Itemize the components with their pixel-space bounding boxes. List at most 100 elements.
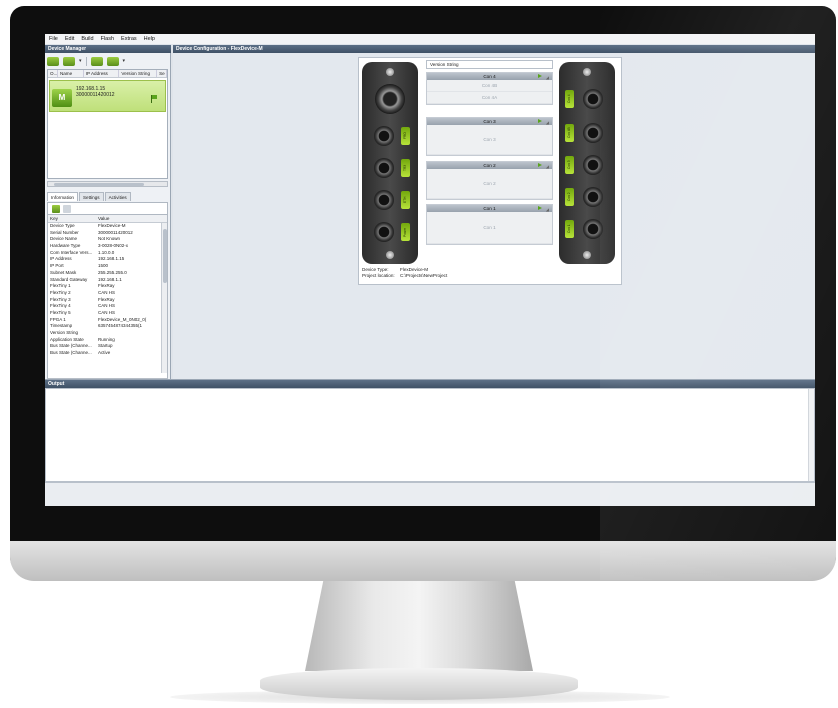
connector-sub[interactable]: Con 4B (427, 80, 552, 92)
connector-sub[interactable]: Con 1 (427, 212, 552, 244)
device-type-value: FlexDevice-M (400, 267, 429, 272)
connector-port-icon[interactable] (583, 123, 603, 143)
connector-sub[interactable]: Con 3 (427, 125, 552, 155)
dropdown-arrow-icon[interactable]: ▾ (123, 58, 126, 64)
table-row[interactable]: Hardware Type 3-0028-0N02-x (48, 243, 167, 250)
port-tag: Con 1 (565, 220, 574, 238)
connector-port-icon[interactable] (374, 190, 394, 210)
column-header-ip[interactable]: IP Address (84, 70, 120, 77)
value-cell (96, 330, 158, 337)
column-header-o[interactable]: O... (48, 70, 58, 77)
play-icon[interactable] (538, 119, 542, 123)
menu-extras[interactable]: Extras (121, 36, 137, 42)
connector-sub[interactable]: Con 4A (427, 92, 552, 104)
table-row[interactable]: Device Name Not Known (48, 236, 167, 243)
key-column-header[interactable]: Key (48, 215, 96, 222)
table-row[interactable]: Device Type FlexDevice-M (48, 223, 167, 230)
connector-port-icon[interactable] (374, 126, 394, 146)
info-toolbar (47, 202, 168, 214)
connector-bar[interactable]: Con 1 ◢ (427, 205, 552, 212)
tab-activities[interactable]: Activities (104, 192, 131, 201)
device-list-item[interactable]: M 192.168.1.15 30000011420012 (49, 80, 166, 112)
flash-icon[interactable] (63, 56, 75, 66)
value-cell: 1500 (98, 263, 109, 269)
table-row[interactable]: FlexTiny 5 CAN HS (48, 310, 167, 317)
settings-icon[interactable] (106, 56, 119, 66)
table-row[interactable]: Subnet Mask 255.255.255.0 (48, 270, 167, 277)
table-row[interactable]: Bus State (Channe... Startup (48, 343, 167, 350)
play-icon[interactable] (538, 163, 542, 167)
table-row[interactable]: Standard Gateway 192.168.1.1 (48, 277, 167, 284)
power-port-icon[interactable] (375, 84, 405, 114)
table-row[interactable]: Serial Number 30000011420012 (48, 230, 167, 237)
port-tag: Power (401, 223, 410, 241)
value-cell: Active (98, 350, 111, 356)
value-cell: FlexDevice-M (98, 223, 126, 228)
connector-group-con2[interactable]: Con 2 ◢ Con 2 (426, 161, 553, 200)
connector-port-icon[interactable] (374, 222, 394, 242)
tab-settings[interactable]: Settings (78, 192, 104, 201)
value-column-header[interactable]: Value (96, 215, 158, 222)
version-string-field[interactable]: Version String (426, 60, 553, 69)
value-cell: FlexDevice_M_0N02_0( (98, 316, 147, 322)
screw-icon (583, 251, 591, 259)
menu-flash[interactable]: Flash (101, 36, 114, 42)
info-tabs: Information Settings Activities (47, 192, 168, 201)
table-row[interactable]: FPGA 1 FlexDevice_M_0N02_0( (48, 317, 167, 324)
menu-file[interactable]: File (49, 36, 58, 42)
read-icon[interactable] (52, 205, 60, 213)
copy-icon[interactable] (63, 205, 71, 213)
table-row[interactable]: Bus State (Channe... Active (48, 350, 167, 357)
connector-bar[interactable]: Con 2 ◢ (427, 162, 552, 169)
device-diagram: FRO TR3 ETH Power Version String Con 4 ◢ … (358, 57, 622, 285)
column-header-version[interactable]: Version String (119, 70, 158, 77)
connector-port-icon[interactable] (583, 187, 603, 207)
connector-group-con1[interactable]: Con 1 ◢ Con 1 (426, 204, 553, 245)
output-panel[interactable] (45, 388, 815, 482)
refresh-icon[interactable] (90, 56, 103, 66)
table-row[interactable]: FlexTiny 4 CAN HS (48, 303, 167, 310)
project-location-value: C:\Projects\NewProject (400, 272, 448, 278)
connector-port-icon[interactable] (374, 158, 394, 178)
table-row[interactable]: FlexTiny 1 FlexRay (48, 283, 167, 290)
connector-bar[interactable]: Con 3 ◢ (427, 118, 552, 125)
play-icon[interactable] (538, 74, 542, 78)
information-vscroll[interactable] (161, 223, 167, 373)
connector-group-con3[interactable]: Con 3 ◢ Con 3 (426, 117, 553, 156)
tab-information[interactable]: Information (47, 192, 78, 201)
table-row[interactable]: IP Address 192.168.1.15 (48, 256, 167, 263)
column-header-name[interactable]: Name (58, 70, 84, 77)
table-row[interactable]: Application State Running (48, 337, 167, 344)
connector-bar[interactable]: Con 4 ◢ (427, 73, 552, 80)
dropdown-arrow-icon[interactable]: ▾ (79, 58, 82, 64)
connector-sub[interactable]: Con 2 (427, 169, 552, 199)
play-icon[interactable] (538, 206, 542, 210)
port-tag: Con 4B (565, 124, 574, 142)
key-cell: Bus State (Channe... (50, 343, 92, 349)
device-list: O... Name IP Address Version String Se M… (47, 69, 168, 179)
device-manager-toolbar: ▾ ▾ (47, 55, 167, 67)
connect-icon[interactable] (47, 56, 59, 66)
table-row[interactable]: Version String (48, 330, 167, 337)
column-header-se[interactable]: Se (157, 70, 168, 77)
connector-group-con4[interactable]: Con 4 ◢ Con 4B Con 4A (426, 72, 553, 105)
menu-help[interactable]: Help (144, 36, 155, 42)
device-list-scrollbar[interactable] (47, 181, 168, 187)
table-row[interactable]: IP Port 1500 (48, 263, 167, 270)
menu-edit[interactable]: Edit (65, 36, 74, 42)
output-title: Output (45, 380, 815, 388)
menu-build[interactable]: Build (81, 36, 93, 42)
information-table-header: Key Value (48, 215, 167, 223)
connector-port-icon[interactable] (583, 155, 603, 175)
table-row[interactable]: Com Interface Vers... 1.10.0.0 (48, 250, 167, 257)
port-tag: FRO (401, 127, 410, 145)
information-table: Key Value Device Type FlexDevice-M Serial … (47, 214, 168, 380)
output-scrollbar[interactable] (808, 389, 814, 481)
key-cell: Device Type (50, 223, 75, 228)
table-row[interactable]: FlexTiny 3 FlexRay (48, 297, 167, 304)
table-row[interactable]: FlexTiny 2 CAN HS (48, 290, 167, 297)
connector-port-icon[interactable] (583, 219, 603, 239)
table-row[interactable]: Timestamp 6357454874344355(1 (48, 323, 167, 330)
connector-port-icon[interactable] (583, 89, 603, 109)
information-rows: Device Type FlexDevice-M Serial Number 3000… (48, 223, 167, 357)
